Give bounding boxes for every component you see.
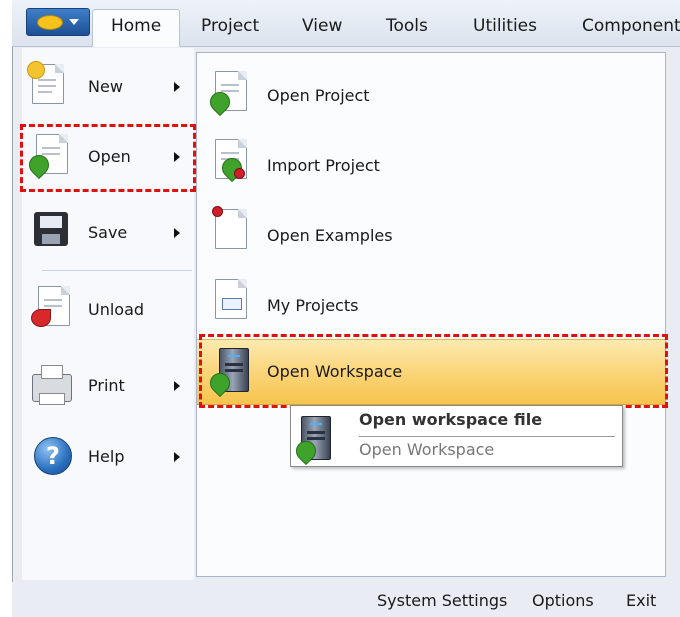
application-menu-footer: System Settings Options Exit — [12, 582, 680, 617]
tooltip-description: Open Workspace — [359, 440, 495, 459]
new-document-icon — [27, 61, 64, 104]
app-logo-icon — [37, 15, 63, 30]
open-examples-icon — [212, 206, 247, 249]
chevron-right-icon — [174, 228, 180, 238]
submenu-item-label: Import Project — [267, 156, 380, 175]
menu-item-help[interactable]: ? Help — [22, 424, 194, 488]
my-projects-icon — [215, 279, 247, 319]
application-menu-button[interactable] — [26, 8, 90, 36]
menu-item-unload[interactable]: Unload — [22, 278, 194, 342]
submenu-item-my-projects[interactable]: My Projects — [197, 269, 665, 333]
options-button[interactable]: Options — [532, 591, 594, 610]
submenu-item-open-examples[interactable]: Open Examples — [197, 199, 665, 263]
floppy-disk-icon — [34, 212, 68, 246]
submenu-item-import-project[interactable]: Import Project — [197, 129, 665, 193]
menu-item-label: Print — [88, 376, 125, 395]
menu-item-label: New — [88, 77, 123, 96]
tab-utilities[interactable]: Utilities — [473, 10, 537, 44]
ribbon-tab-bar: Home Project View Tools Utilities Compon… — [12, 0, 680, 47]
system-settings-button[interactable]: System Settings — [377, 591, 507, 610]
submenu-item-open-project[interactable]: Open Project — [197, 59, 665, 123]
menu-separator — [42, 270, 192, 271]
menu-item-save[interactable]: Save — [22, 200, 194, 264]
tab-project[interactable]: Project — [201, 10, 259, 44]
menu-item-label: Help — [88, 447, 125, 466]
submenu-item-label: Open Project — [267, 86, 370, 105]
menu-item-label: Save — [88, 223, 128, 242]
tab-components[interactable]: Components — [582, 10, 680, 44]
import-project-icon — [215, 139, 247, 183]
chevron-right-icon — [174, 82, 180, 92]
open-submenu-panel: Open Project Import Project Open Example… — [196, 52, 666, 577]
tab-tools[interactable]: Tools — [386, 10, 428, 44]
tab-view[interactable]: View — [302, 10, 342, 44]
menu-item-label: Unload — [88, 300, 145, 319]
tab-home[interactable]: Home — [92, 9, 181, 47]
tooltip-title: Open workspace file — [359, 410, 543, 429]
menu-item-print[interactable]: Print — [22, 354, 194, 418]
help-icon: ? — [34, 437, 72, 475]
menu-item-new[interactable]: New — [22, 54, 194, 118]
unload-document-icon — [31, 286, 70, 327]
highlight-open-workspace — [199, 334, 668, 408]
printer-icon — [32, 365, 72, 405]
tooltip: Open workspace file Open Workspace — [290, 405, 623, 467]
exit-button[interactable]: Exit — [626, 591, 656, 610]
highlight-open-menu-item — [20, 124, 196, 192]
submenu-item-label: My Projects — [267, 296, 359, 315]
tooltip-divider — [359, 436, 615, 437]
server-icon — [291, 416, 331, 466]
chevron-down-icon — [69, 19, 79, 25]
open-project-icon — [205, 71, 247, 117]
submenu-item-label: Open Examples — [267, 226, 393, 245]
chevron-right-icon — [174, 452, 180, 462]
chevron-right-icon — [174, 381, 180, 391]
